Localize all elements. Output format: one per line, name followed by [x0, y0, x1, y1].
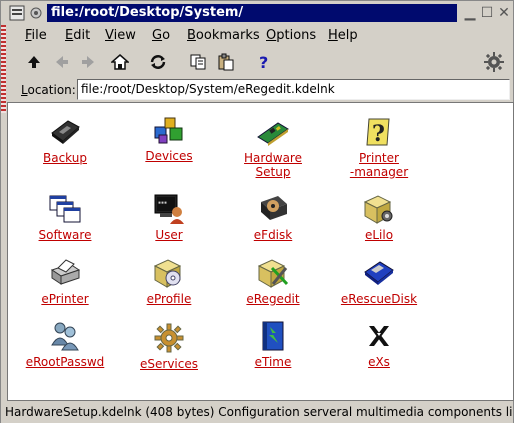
paste-icon[interactable] [215, 51, 237, 73]
item-label: Software [38, 228, 92, 242]
time-book-icon [262, 321, 284, 351]
item-label: eLilo [364, 228, 394, 242]
item-label: eRootPasswd [25, 355, 105, 369]
minimize-icon[interactable]: ▁ [462, 5, 478, 21]
item-eregedit[interactable]: eRegedit [228, 256, 318, 306]
item-label: User [155, 228, 183, 242]
item-erootpasswd[interactable]: eRootPasswd [20, 319, 110, 369]
location-label: Location: [21, 83, 76, 97]
services-gear-icon [154, 323, 184, 353]
help-doc-icon: ? [366, 118, 390, 147]
item-label: Devices [145, 149, 193, 163]
item-exs[interactable]: eXs [334, 319, 424, 369]
sticky-pin-icon[interactable] [29, 6, 43, 20]
item-label: eRegedit [246, 292, 300, 306]
toolbar: ? [13, 49, 511, 77]
forward-arrow-icon[interactable] [77, 51, 99, 73]
user-monitor-icon: ▪▪▪ [154, 194, 184, 224]
item-eprinter[interactable]: ePrinter [20, 256, 110, 306]
item-label-line1: Hardware [244, 151, 302, 165]
home-icon[interactable] [109, 51, 131, 73]
menu-edit[interactable]: Edit [65, 28, 90, 43]
location-input[interactable]: file:/root/Desktop/System/eRegedit.kdeln… [77, 79, 510, 100]
menu-file[interactable]: File [25, 28, 47, 43]
item-label: eRescueDisk [340, 292, 418, 306]
menu-go[interactable]: Go [152, 28, 170, 43]
circuit-board-icon [257, 122, 289, 146]
svg-text:▪▪▪: ▪▪▪ [158, 200, 167, 206]
x-logo-icon [369, 326, 389, 346]
item-efdisk[interactable]: eFdisk [228, 192, 318, 242]
icon-view: Backup Devices Hardware Setup ? Printer … [7, 102, 514, 401]
svg-text:?: ? [259, 53, 268, 71]
window-title: file:/root/Desktop/System/ [47, 4, 457, 22]
tape-drive-icon [51, 120, 80, 144]
item-devices[interactable]: Devices [124, 113, 214, 163]
item-backup[interactable]: Backup [20, 115, 110, 165]
maximize-icon[interactable]: ☐ [479, 5, 495, 21]
location-bar: Location: file:/root/Desktop/System/eReg… [13, 79, 511, 101]
menu-bar: File Edit View Go Bookmarks Options Help [13, 26, 511, 46]
up-arrow-icon[interactable] [23, 51, 45, 73]
harddisk-icon [261, 196, 287, 220]
item-label: eFdisk [253, 228, 293, 242]
users-icon [51, 322, 79, 351]
svg-text:?: ? [372, 121, 385, 147]
devices-icon [154, 117, 183, 144]
item-label: Backup [43, 151, 87, 165]
back-arrow-icon[interactable] [51, 51, 73, 73]
item-hardware-setup[interactable]: Hardware Setup [228, 115, 318, 179]
reload-icon[interactable] [147, 51, 169, 73]
item-label: eServices [140, 357, 198, 371]
package-cd-icon [153, 259, 182, 288]
file-manager-window: file:/root/Desktop/System/ ▁ ☐ ✕ File Ed… [0, 0, 514, 423]
menu-bookmarks[interactable]: Bookmarks [187, 28, 260, 43]
status-bar: HardwareSetup.kdelnk (408 bytes) Configu… [1, 402, 513, 423]
item-user[interactable]: ▪▪▪ User [124, 192, 214, 242]
item-label: ePrinter [41, 292, 89, 306]
title-bar[interactable]: file:/root/Desktop/System/ ▁ ☐ ✕ [1, 1, 513, 25]
menu-options[interactable]: Options [266, 28, 316, 43]
item-label-line2: Setup [255, 165, 291, 179]
item-eprofile[interactable]: eProfile [124, 256, 214, 306]
item-software[interactable]: Software [20, 192, 110, 242]
menu-view[interactable]: View [105, 28, 136, 43]
software-windows-icon [49, 195, 81, 223]
printer-icon [50, 259, 81, 285]
item-label: eTime [254, 355, 292, 369]
package-gear-icon [363, 195, 393, 224]
item-label-line1: Printer [359, 151, 399, 165]
item-printer-manager[interactable]: ? Printer -manager [334, 115, 424, 179]
item-eservices[interactable]: eServices [124, 321, 214, 371]
status-text: HardwareSetup.kdelnk (408 bytes) Configu… [5, 405, 513, 419]
item-label-line2: -manager [349, 165, 409, 179]
menu-help[interactable]: Help [328, 28, 358, 43]
item-label: eXs [368, 355, 390, 369]
gear-icon[interactable] [483, 51, 505, 73]
close-icon[interactable]: ✕ [496, 5, 512, 21]
item-erescuedisk[interactable]: eRescueDisk [334, 256, 424, 306]
package-tools-icon [257, 259, 289, 288]
floppy-icon [364, 261, 394, 285]
window-menu-icon[interactable] [9, 5, 25, 21]
item-label: eProfile [146, 292, 192, 306]
help-icon[interactable]: ? [253, 51, 275, 73]
item-elilo[interactable]: eLilo [334, 192, 424, 242]
item-etime[interactable]: eTime [228, 319, 318, 369]
copy-icon[interactable] [187, 51, 209, 73]
